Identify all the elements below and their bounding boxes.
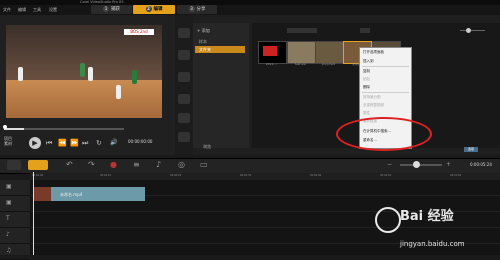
thumbnail-label: proj.mp4 (321, 62, 336, 66)
play-button[interactable]: ▶ (29, 137, 41, 149)
player-timecode[interactable]: 00:00:00:00 (128, 139, 152, 144)
track-header-title[interactable]: T (0, 212, 30, 228)
track-header-overlay[interactable]: ▣ (0, 196, 30, 212)
thumb-size-slider[interactable] (460, 30, 485, 31)
folder-item[interactable]: 样本 (195, 38, 245, 45)
video-figure (132, 70, 137, 84)
ruler-tick: 00:00:30 (240, 174, 252, 177)
ctx-copy[interactable]: 复制 (363, 69, 370, 74)
highlight-ellipse (336, 117, 432, 151)
timeline-playhead[interactable] (33, 172, 34, 255)
volume-icon[interactable]: 🔊 (110, 139, 117, 147)
zoom-in-icon[interactable]: + (446, 160, 451, 170)
timeline-view-icon[interactable] (28, 160, 48, 170)
ctx-separator (362, 66, 409, 67)
menu-edit[interactable]: 编辑 (18, 7, 26, 13)
track-header-music[interactable]: ♫ (0, 244, 30, 260)
zoom-slider[interactable] (400, 164, 442, 166)
media-icon[interactable] (178, 28, 190, 38)
baidu-paw-logo (375, 207, 401, 233)
ctx-paste: 粘贴 (363, 77, 370, 81)
watermark-url: jingyan.baidu.com (400, 240, 465, 248)
ctx-insert-to[interactable]: 插入到 (363, 59, 374, 64)
forward-icon[interactable]: ⏩ (70, 139, 79, 147)
start-icon[interactable]: ⏮ (46, 139, 52, 147)
ctx-separator (362, 92, 409, 93)
add-folder-button[interactable]: + 添加 (197, 28, 210, 34)
repeat-icon[interactable]: ↻ (96, 139, 102, 147)
thumbnail-label: test.avi (294, 62, 307, 66)
scrub-progress (4, 128, 24, 130)
step-share[interactable]: 3 分享 (177, 5, 217, 14)
options-button[interactable]: 选项 (464, 147, 478, 152)
zoom-out-icon[interactable]: − (387, 160, 392, 170)
video-figure (116, 85, 121, 99)
ctx-open-options[interactable]: 打开选项面板 (363, 50, 384, 55)
step-capture[interactable]: 1 捕获 (91, 5, 132, 14)
video-preview: BOS 2nd (6, 25, 162, 118)
ruler-tick: 00:00:40 (310, 174, 322, 177)
video-scoreboard: BOS 2nd (124, 29, 154, 35)
track-header-voice[interactable]: ♪ (0, 228, 30, 244)
watermark-brand: Bai 经验 (400, 209, 454, 224)
zoom-knob[interactable] (413, 161, 420, 168)
track-header-video[interactable]: ▣ (0, 180, 30, 196)
transition-icon[interactable] (178, 72, 190, 82)
record-icon[interactable]: ● (110, 160, 117, 170)
graphics-icon[interactable] (178, 132, 190, 142)
video-court (6, 80, 162, 118)
project-clip-label: 项目 素材 (4, 136, 12, 146)
end-icon[interactable]: ⏭ (82, 139, 88, 147)
step-edit[interactable]: 2 编辑 (133, 5, 175, 14)
ruler-tick: 00:00:50 (380, 174, 392, 177)
fx-icon[interactable] (178, 113, 190, 123)
clip-thumbnail (33, 187, 51, 201)
ctx-split-scene: 按场景分割 (363, 95, 381, 99)
title-icon[interactable] (178, 94, 190, 104)
subtitle-icon[interactable]: ▭ (200, 160, 208, 170)
window-title: Corel VideoStudio Pro X5 (80, 0, 124, 4)
undo-icon[interactable]: ↶ (66, 160, 73, 170)
clip-label: 未命名.mp4 (60, 192, 83, 197)
folder-item-selected[interactable]: 文件夹 (195, 46, 245, 53)
menu-settings[interactable]: 设置 (49, 7, 57, 13)
timeline-duration[interactable]: 0:00:05:24 (470, 162, 492, 167)
video-figure (80, 63, 85, 77)
storyboard-view-icon[interactable] (7, 160, 21, 170)
ctx-delete[interactable]: 删除 (363, 85, 370, 90)
thumbnail[interactable] (315, 41, 344, 64)
ruler-tick: 00:00:10 (100, 174, 112, 177)
sort-button[interactable] (360, 28, 370, 33)
thumbnail[interactable] (287, 41, 316, 64)
thumbnail[interactable] (258, 41, 287, 64)
mixer-icon[interactable]: ≡ (133, 160, 140, 170)
video-figure (88, 67, 93, 81)
ctx-properties: 属性 (363, 111, 370, 115)
menu-file[interactable]: 文件 (3, 7, 11, 13)
auto-music-icon[interactable]: ♪ (156, 160, 161, 170)
menu-tools[interactable]: 工具 (33, 7, 41, 13)
ruler-tick: 00:00:20 (170, 174, 182, 177)
instant-project-icon[interactable] (178, 50, 190, 60)
rewind-icon[interactable]: ⏪ (58, 139, 67, 147)
thumbnail-label: 2011-... (265, 62, 278, 66)
ctx-multi-trim: 多重修整视频 (363, 103, 384, 107)
browse-button[interactable]: 浏览 (203, 144, 211, 150)
redo-icon[interactable]: ↷ (88, 160, 95, 170)
view-toggle[interactable] (287, 28, 317, 33)
video-figure (18, 67, 23, 81)
ruler-tick: 00:01:00 (450, 174, 462, 177)
motion-track-icon[interactable]: ◎ (178, 160, 185, 170)
scrub-handle[interactable] (3, 125, 7, 129)
timeline-toolbar (0, 158, 500, 174)
thumb-size-knob[interactable] (466, 28, 471, 33)
